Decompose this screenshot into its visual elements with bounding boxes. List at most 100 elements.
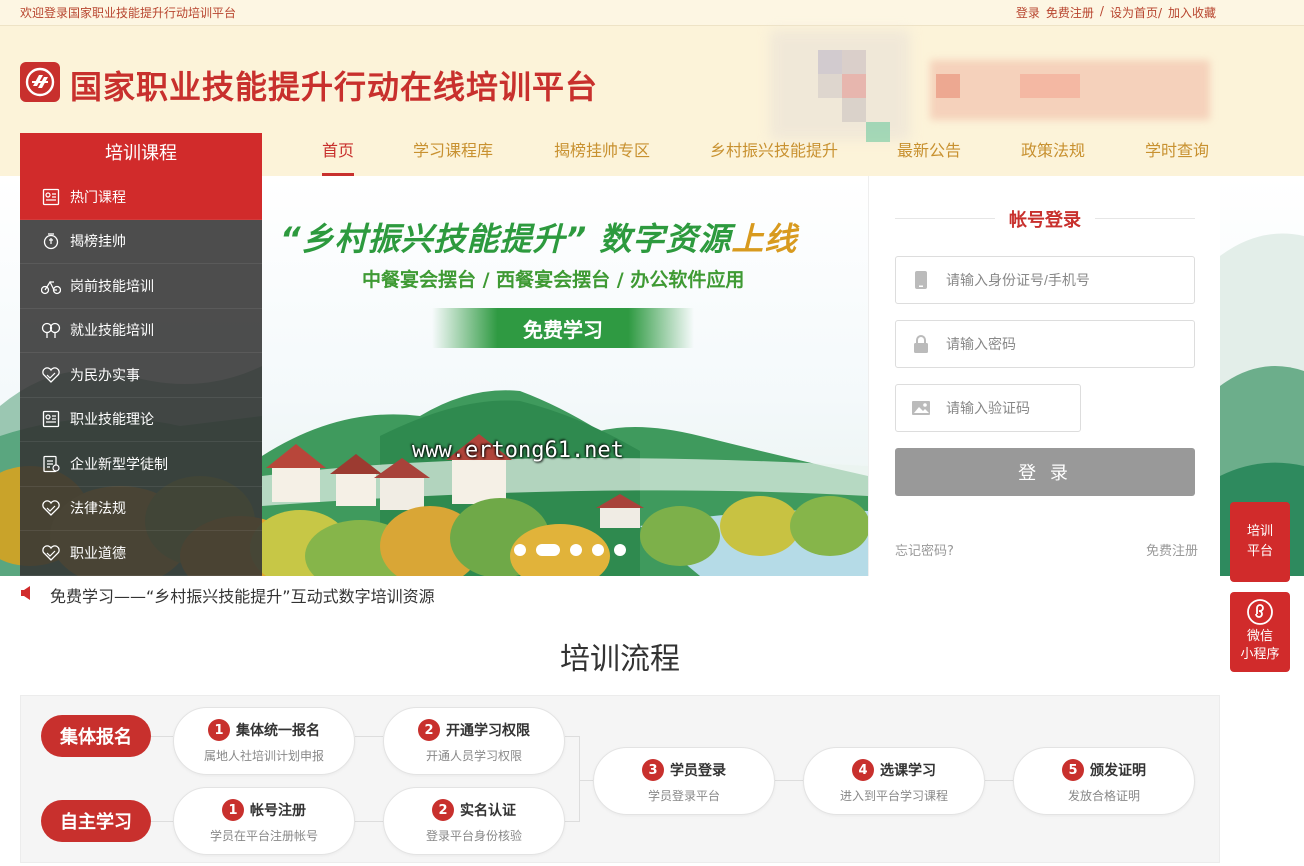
- connector-line: [579, 736, 580, 822]
- step-desc: 发放合格证明: [1067, 789, 1140, 803]
- nav-course-library[interactable]: 学习课程库: [413, 140, 493, 176]
- step-title: 学员登录: [670, 763, 726, 779]
- step-desc: 学员登录平台: [647, 789, 720, 803]
- nav-home[interactable]: 首页: [322, 140, 355, 176]
- nav-challenge-zone[interactable]: 揭榜挂帅专区: [554, 140, 650, 176]
- hero-title-resource: 数字资源: [599, 220, 732, 258]
- set-homepage-link[interactable]: 设为首页/: [1110, 4, 1162, 21]
- password-field[interactable]: [895, 320, 1195, 368]
- password-input[interactable]: [946, 336, 1176, 352]
- connector-line: [565, 736, 579, 737]
- connector-line: [579, 780, 593, 781]
- process-step: 4 选课学习 进入到平台学习课程: [803, 747, 985, 815]
- sidebar-item-ethics[interactable]: 职业道德: [20, 531, 262, 576]
- hero-title-quote: “乡村振兴技能提升”: [280, 220, 588, 258]
- sidebar-item-label: 揭榜挂帅: [70, 234, 126, 251]
- notice-bar: 免费学习——“乡村振兴技能提升”互动式数字培训资源: [20, 576, 1220, 614]
- forgot-password-link[interactable]: 忘记密码?: [895, 540, 954, 559]
- tree-icon: [40, 319, 62, 341]
- top-separator: /: [1099, 4, 1104, 18]
- carousel-dot[interactable]: [614, 544, 626, 556]
- step-number: 2: [418, 719, 440, 741]
- sidebar-item-label: 职业技能理论: [70, 412, 154, 429]
- sidebar-item-employment-training[interactable]: 就业技能培训: [20, 308, 262, 353]
- medal-icon: [40, 230, 62, 252]
- top-register-link[interactable]: 免费注册: [1046, 4, 1094, 21]
- step-title: 集体统一报名: [236, 723, 320, 739]
- phone-icon: [896, 270, 946, 290]
- sidebar-item-laws[interactable]: 法律法规: [20, 486, 262, 531]
- watermark-text: www.ertong61.net: [412, 438, 624, 463]
- site-title: 国家职业技能提升行动在线培训平台: [70, 68, 599, 106]
- sidebar-item-public-service[interactable]: 为民办实事: [20, 353, 262, 398]
- step-desc: 属地人社培训计划申报: [203, 749, 324, 763]
- login-title-row: 帐号登录: [895, 206, 1195, 231]
- process-step: 2 实名认证 登录平台身份核验: [383, 787, 565, 855]
- connector-line: [355, 821, 383, 822]
- course-sidebar: 培训课程 热门课程 揭榜挂帅 岗前技能培训 就业技能培训 为民办实事 职业技能理…: [20, 133, 262, 576]
- training-platform-float-button[interactable]: 培训 平台: [1230, 502, 1290, 582]
- site-logo[interactable]: [20, 62, 60, 102]
- captcha-field[interactable]: [895, 384, 1081, 432]
- free-learn-button[interactable]: 免费学习: [432, 308, 694, 348]
- sidebar-item-label: 热门课程: [70, 189, 126, 206]
- login-title: 帐号登录: [1009, 210, 1081, 231]
- sidebar-item-hot-courses[interactable]: 热门课程: [20, 175, 262, 220]
- hero-subtitle: 中餐宴会摆台 / 西餐宴会摆台 / 办公软件应用: [362, 269, 745, 291]
- sidebar-item-label: 法律法规: [70, 501, 126, 518]
- nav-hours-query[interactable]: 学时查询: [1145, 140, 1209, 176]
- top-login-link[interactable]: 登录: [1016, 4, 1040, 21]
- float-label: 培训: [1246, 524, 1273, 539]
- logo-icon: [25, 67, 55, 97]
- register-link[interactable]: 免费注册: [1146, 540, 1198, 559]
- step-desc: 开通人员学习权限: [425, 749, 522, 763]
- carousel-dot[interactable]: [570, 544, 582, 556]
- nav-latest-notice[interactable]: 最新公告: [897, 140, 961, 176]
- carousel-dot[interactable]: [592, 544, 604, 556]
- hero-title: “乡村振兴技能提升” 数字资源上线: [280, 214, 797, 260]
- top-links: 登录 免费注册 / 设为首页/ 加入收藏: [1016, 4, 1216, 21]
- process-title: 培训流程: [560, 642, 680, 677]
- step-number: 2: [432, 799, 454, 821]
- process-step: 5 颁发证明 发放合格证明: [1013, 747, 1195, 815]
- sidebar-item-pre-job-training[interactable]: 岗前技能培训: [20, 264, 262, 309]
- sidebar-item-vocational-theory[interactable]: 职业技能理论: [20, 397, 262, 442]
- connector-line: [775, 780, 803, 781]
- speaker-icon: [20, 585, 32, 605]
- image-icon: [896, 400, 946, 416]
- step-desc: 登录平台身份核验: [425, 829, 522, 843]
- carousel-dot-active[interactable]: [536, 544, 560, 556]
- connector-line: [985, 780, 1013, 781]
- step-title: 开通学习权限: [446, 723, 530, 739]
- miniprogram-icon: [1230, 598, 1290, 626]
- step-number: 1: [222, 799, 244, 821]
- carousel-dot[interactable]: [514, 544, 526, 556]
- process-step: 3 学员登录 学员登录平台: [593, 747, 775, 815]
- sidebar-item-challenge[interactable]: 揭榜挂帅: [20, 219, 262, 264]
- process-diagram: 集体报名 自主学习 1 集体统一报名 属地人社培训计划申报 2 开通学习权限 开通人…: [20, 695, 1220, 863]
- username-field[interactable]: [895, 256, 1195, 304]
- step-number: 3: [642, 759, 664, 781]
- process-step: 2 开通学习权限 开通人员学习权限: [383, 707, 565, 775]
- bike-icon: [40, 275, 62, 297]
- step-desc: 进入到平台学习课程: [839, 789, 948, 803]
- step-number: 5: [1062, 759, 1084, 781]
- carousel-dots: [514, 544, 626, 556]
- step-desc: 学员在平台注册帐号: [209, 829, 318, 843]
- captcha-input[interactable]: [946, 400, 1076, 416]
- username-input[interactable]: [946, 272, 1176, 288]
- notice-text[interactable]: 免费学习——“乡村振兴技能提升”互动式数字培训资源: [50, 583, 435, 607]
- sidebar-item-label: 企业新型学徒制: [70, 456, 168, 473]
- sidebar-item-label: 岗前技能培训: [70, 278, 154, 295]
- sidebar-item-apprenticeship[interactable]: 企业新型学徒制: [20, 442, 262, 487]
- self-study-tag: 自主学习: [41, 800, 151, 842]
- sidebar-item-label: 为民办实事: [70, 367, 140, 384]
- nav-rural-revitalization[interactable]: 乡村振兴技能提升: [710, 140, 838, 176]
- sidebar-item-label: 就业技能培训: [70, 323, 154, 340]
- hero-title-online: 上线: [731, 220, 798, 258]
- sidebar-item-label: 职业道德: [70, 545, 126, 562]
- lock-icon: [896, 334, 946, 354]
- nav-policy[interactable]: 政策法规: [1021, 140, 1085, 176]
- login-button[interactable]: 登 录: [895, 448, 1195, 496]
- add-favorite-link[interactable]: 加入收藏: [1168, 4, 1216, 21]
